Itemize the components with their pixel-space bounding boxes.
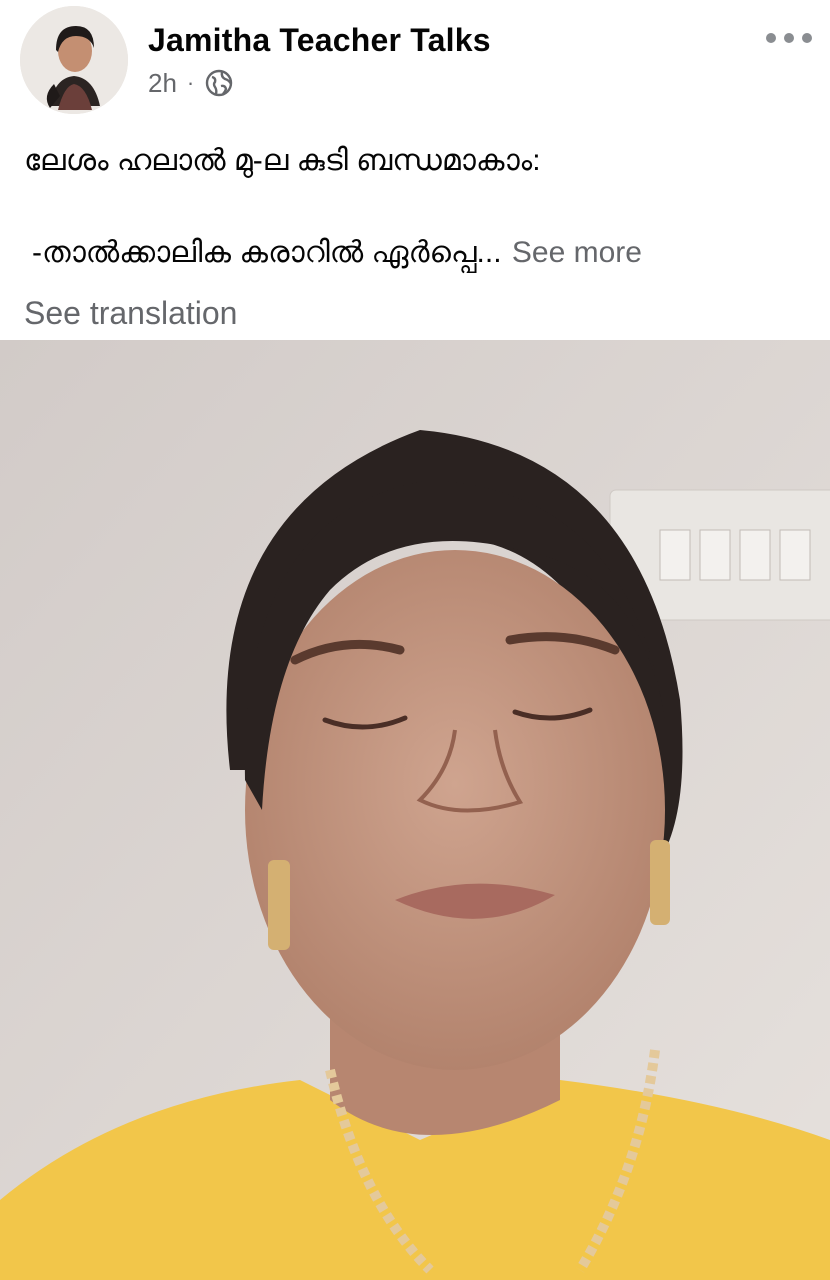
post-timestamp[interactable]: 2h [148, 68, 177, 99]
author-name[interactable]: Jamitha Teacher Talks [148, 22, 491, 59]
avatar-image [20, 6, 128, 114]
see-translation-link[interactable]: See translation [24, 295, 237, 332]
see-more-link[interactable]: See more [512, 236, 642, 269]
post-text-line-2: -താൽക്കാലിക കരാറിൽ ഏർപ്പെ... See more [32, 232, 642, 274]
more-horizontal-icon[interactable] [766, 26, 812, 50]
meta-separator: · [186, 70, 195, 95]
post-header: Jamitha Teacher Talks 2h · [0, 0, 830, 115]
author-avatar[interactable] [20, 6, 128, 114]
post-text-line-1: ലേശം ഹലാൽ മു-ല കുടി ബന്ധമാകാം: [24, 144, 541, 177]
post-photo-image [0, 340, 830, 1280]
globe-icon [204, 68, 234, 98]
post-meta: 2h · [148, 66, 234, 100]
post-photo[interactable] [0, 340, 830, 1280]
post-text-truncated: -താൽക്കാലിക കരാറിൽ ഏർപ്പെ... [32, 236, 502, 269]
